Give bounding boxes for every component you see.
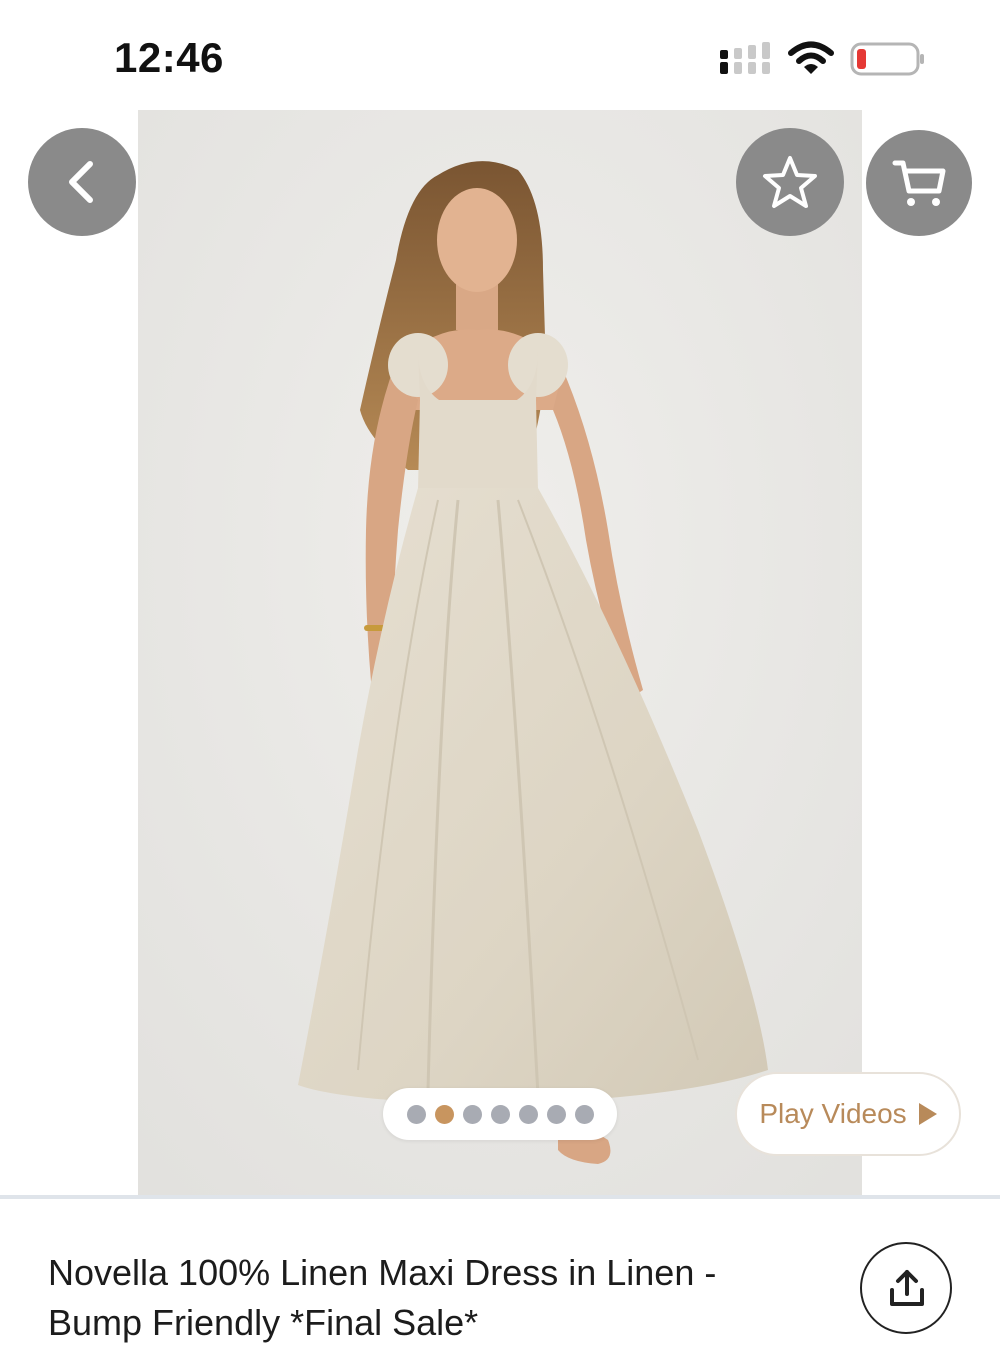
pagination-dot-active[interactable]: [434, 1104, 454, 1124]
product-image[interactable]: [138, 110, 862, 1198]
section-divider: [0, 1195, 1000, 1199]
pagination-dot[interactable]: [546, 1104, 566, 1124]
pagination-dot[interactable]: [518, 1104, 538, 1124]
pagination-dot[interactable]: [462, 1104, 482, 1124]
chevron-left-icon: [69, 161, 93, 203]
battery-icon: [850, 42, 924, 76]
play-videos-label: Play Videos: [759, 1098, 907, 1129]
pagination-dot[interactable]: [490, 1104, 510, 1124]
status-time: 12:46: [114, 34, 224, 81]
favorite-button[interactable]: [736, 128, 844, 236]
cart-icon: [892, 160, 946, 206]
cellular-signal-icon: [720, 42, 770, 74]
wifi-icon: [788, 41, 834, 74]
share-button[interactable]: [860, 1242, 952, 1334]
back-button[interactable]: [28, 128, 136, 236]
pagination-dot[interactable]: [574, 1104, 594, 1124]
cart-button[interactable]: [866, 130, 972, 236]
dress-model-illustration: [138, 110, 862, 1198]
status-bar: 12:46: [0, 0, 1000, 110]
pagination-dot[interactable]: [406, 1104, 426, 1124]
product-title: Novella 100% Linen Maxi Dress in Linen -…: [48, 1252, 717, 1343]
star-icon: [763, 156, 817, 208]
share-icon: [890, 1270, 924, 1306]
play-videos-button[interactable]: Play Videos: [735, 1072, 961, 1156]
gallery-pagination[interactable]: [383, 1088, 617, 1140]
play-icon: [918, 1103, 937, 1125]
